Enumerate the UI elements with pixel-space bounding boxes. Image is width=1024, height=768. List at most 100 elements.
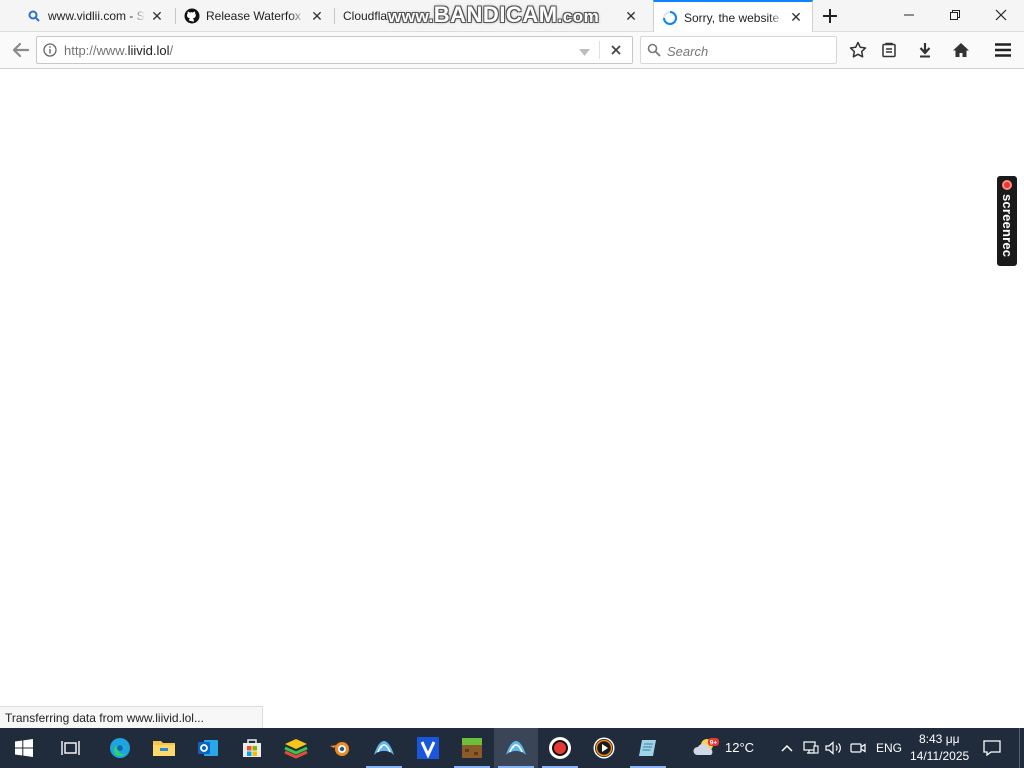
close-icon[interactable]: ✕ — [309, 8, 325, 24]
bandicam-watermark: www.BANDICAM.com — [388, 2, 600, 27]
search-bar[interactable]: Search — [640, 36, 837, 64]
v-app-icon — [417, 737, 439, 759]
page-content — [0, 69, 1024, 728]
meet-now-button[interactable] — [846, 728, 870, 768]
taskbar-recorder[interactable] — [538, 728, 582, 768]
site-info-icon[interactable] — [43, 43, 57, 57]
address-bar[interactable]: http://www.liivid.lol/ — [36, 36, 633, 64]
minimize-icon — [904, 14, 914, 16]
back-button[interactable] — [8, 37, 34, 63]
tab-strip: www.vidlii.com - Search ✕ Release Waterf… — [0, 0, 1024, 33]
weather-temperature[interactable]: 12°C — [725, 740, 754, 755]
windows-logo-icon — [15, 739, 33, 757]
notification-icon — [983, 740, 1001, 756]
plus-icon — [823, 9, 837, 23]
file-explorer-icon — [153, 741, 175, 756]
tab-title: Release Waterfox Classic — [206, 9, 305, 23]
close-icon — [611, 45, 621, 55]
weather-cloud-icon: 9+ — [693, 738, 719, 755]
taskbar-notepad[interactable] — [626, 728, 670, 768]
taskbar-waterfox-active[interactable] — [494, 728, 538, 768]
taskbar-media-player[interactable] — [582, 728, 626, 768]
main-menu-button[interactable] — [990, 37, 1016, 63]
tab-release-waterfox[interactable]: Release Waterfox Classic ✕ — [176, 0, 333, 32]
close-window-button[interactable] — [978, 0, 1024, 30]
bookmark-star-button[interactable] — [845, 37, 871, 63]
record-dot-icon — [1002, 180, 1012, 190]
blender-icon — [330, 742, 349, 756]
taskbar-file-explorer[interactable] — [142, 728, 186, 768]
status-text: Transferring data from www.liivid.lol... — [5, 711, 204, 725]
svg-text:9+: 9+ — [710, 740, 718, 747]
action-center-button[interactable] — [978, 728, 1006, 768]
search-icon — [26, 8, 42, 24]
minecraft-icon — [462, 738, 482, 758]
outlook-icon — [198, 740, 218, 756]
download-arrow-icon — [919, 43, 931, 58]
loading-spinner-icon — [662, 10, 678, 26]
divider — [599, 41, 600, 59]
tab-vidlii-search[interactable]: www.vidlii.com - Search ✕ — [18, 0, 173, 32]
start-button[interactable] — [2, 728, 46, 768]
taskbar-bluestacks[interactable] — [274, 728, 318, 768]
windows-taskbar: 9+ 12°C ENG 8:43 μμ 14/11/2025 — [0, 728, 1024, 768]
clipboard-icon — [882, 42, 896, 58]
taskbar-edge[interactable] — [98, 728, 142, 768]
weather-widget[interactable]: 9+ — [684, 728, 728, 768]
new-tab-button[interactable] — [818, 4, 842, 28]
show-hidden-icons-button[interactable] — [774, 728, 800, 768]
camera-icon — [850, 743, 866, 753]
url-text[interactable]: http://www.liivid.lol/ — [64, 43, 173, 58]
waterfox-icon — [374, 741, 394, 755]
restore-icon — [950, 10, 960, 20]
tab-title: www.vidlii.com - Search — [48, 9, 145, 23]
home-icon — [953, 43, 969, 57]
notepad-icon — [639, 740, 656, 756]
github-icon — [184, 8, 200, 24]
bluestacks-icon — [284, 739, 308, 759]
downloads-button[interactable] — [912, 37, 938, 63]
close-icon — [995, 9, 1007, 21]
taskbar-blender[interactable] — [318, 728, 362, 768]
edge-icon — [110, 738, 130, 758]
chevron-up-icon — [781, 744, 793, 752]
search-placeholder: Search — [667, 44, 709, 59]
restore-button[interactable] — [932, 0, 978, 30]
microsoft-store-icon — [243, 739, 261, 757]
input-language[interactable]: ENG — [876, 741, 902, 755]
taskbar-minecraft[interactable] — [450, 728, 494, 768]
hamburger-menu-icon — [995, 43, 1011, 57]
waterfox-icon — [506, 741, 526, 755]
taskbar-waterfox[interactable] — [362, 728, 406, 768]
tab-sorry-website[interactable]: Sorry, the website ✕ — [653, 0, 813, 33]
clock-time[interactable]: 8:43 μμ — [919, 732, 960, 746]
record-icon — [549, 737, 571, 759]
tab-title: Sorry, the website — [684, 10, 780, 25]
screenrec-label: screenrec — [1000, 194, 1015, 258]
close-icon[interactable]: ✕ — [788, 9, 804, 26]
close-icon[interactable]: ✕ — [149, 8, 165, 24]
speaker-icon — [825, 741, 841, 755]
taskbar-microsoft-store[interactable] — [230, 728, 274, 768]
taskbar-outlook[interactable] — [186, 728, 230, 768]
show-desktop-button[interactable] — [1019, 728, 1024, 768]
home-button[interactable] — [948, 37, 974, 63]
taskbar-v-app[interactable] — [406, 728, 450, 768]
task-view-icon — [61, 741, 80, 755]
back-arrow-icon — [12, 42, 30, 58]
clock-date[interactable]: 14/11/2025 — [910, 749, 969, 763]
search-icon — [647, 43, 661, 60]
minimize-button[interactable] — [886, 0, 932, 30]
task-view-button[interactable] — [49, 728, 93, 768]
history-dropdown-icon[interactable] — [579, 46, 590, 60]
screenrec-badge[interactable]: screenrec — [997, 176, 1017, 266]
network-icon — [803, 741, 819, 754]
volume-button[interactable] — [822, 728, 846, 768]
star-icon — [849, 41, 867, 58]
network-button[interactable] — [799, 728, 823, 768]
stop-loading-button[interactable] — [609, 43, 623, 57]
navigation-toolbar: http://www.liivid.lol/ Search — [0, 32, 1024, 69]
bookmarks-menu-button[interactable] — [876, 37, 902, 63]
status-panel: Transferring data from www.liivid.lol... — [0, 706, 263, 728]
close-icon[interactable]: ✕ — [623, 8, 639, 24]
